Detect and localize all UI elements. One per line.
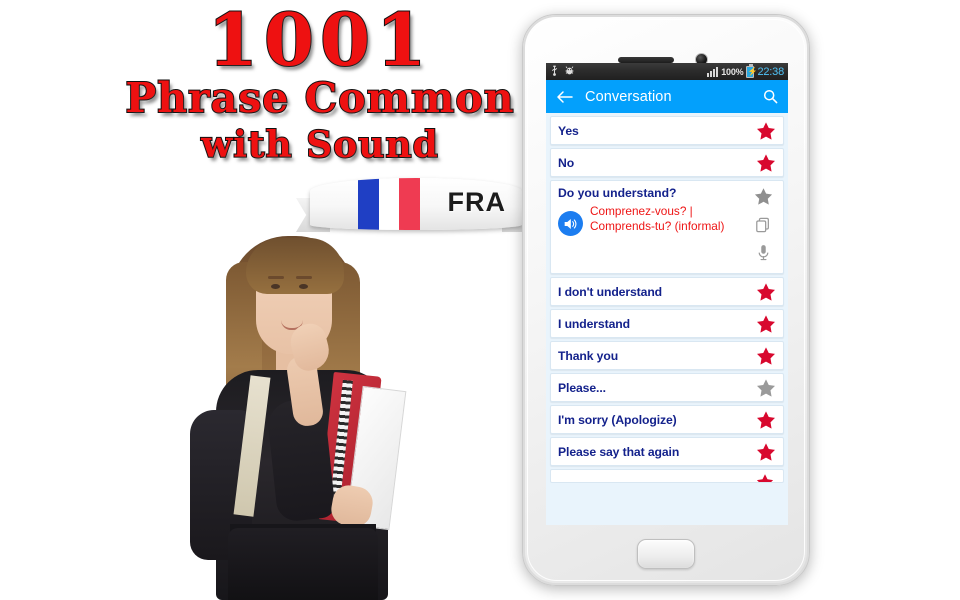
phrase-text: I'm sorry (Apologize) [558, 412, 677, 427]
phrase-row-no[interactable]: No [550, 148, 784, 177]
phrase-text: I understand [558, 316, 630, 331]
status-bar: 100% 22:38 [546, 63, 788, 80]
phrase-list[interactable]: Yes No Do you understand? Comprenez-vous… [546, 113, 788, 483]
phrase-row-partial[interactable] [550, 469, 784, 483]
usb-icon [550, 65, 559, 79]
favorite-star-icon[interactable] [756, 442, 776, 462]
status-bar-clock: 22:38 [757, 65, 784, 78]
translation-text: Comprenez-vous? | Comprends-tu? (informa… [590, 204, 725, 234]
search-icon[interactable] [761, 88, 779, 106]
phrase-row-say-again[interactable]: Please say that again [550, 437, 784, 466]
phrase-row-sorry[interactable]: I'm sorry (Apologize) [550, 405, 784, 434]
speaker-sound-icon[interactable] [558, 211, 583, 236]
favorite-star-icon[interactable] [754, 187, 773, 211]
phrase-row-please[interactable]: Please... [550, 373, 784, 402]
favorite-star-icon[interactable] [756, 153, 776, 173]
favorite-star-icon[interactable] [756, 282, 776, 302]
phrase-text: Thank you [558, 348, 619, 363]
back-arrow-icon[interactable] [555, 88, 573, 106]
promo-title-line-2: Phrase Common [124, 74, 515, 122]
ribbon-language-code: FRA [447, 187, 506, 217]
phrase-text: Do you understand? [558, 186, 677, 200]
app-toolbar: Conversation [546, 80, 788, 113]
phone-screen: 100% 22:38 Conversation Yes [546, 63, 788, 525]
phrase-text: Please... [558, 380, 606, 395]
favorite-star-icon[interactable] [756, 473, 776, 482]
favorite-star-icon[interactable] [756, 378, 776, 398]
phrase-text: No [558, 155, 575, 170]
phrase-row-understand[interactable]: I understand [550, 309, 784, 338]
promo-title-line-3: with Sound [200, 124, 439, 166]
signal-bars-icon [707, 66, 719, 77]
battery-percent-label: 100% [721, 66, 744, 77]
favorite-star-icon[interactable] [756, 410, 776, 430]
phrase-row-expanded[interactable]: Do you understand? Comprenez-vous? | Com… [550, 180, 784, 274]
phrase-text: Please say that again [558, 444, 680, 459]
favorite-star-icon[interactable] [756, 121, 776, 141]
french-flag-icon [358, 178, 421, 230]
copy-icon[interactable] [755, 217, 771, 238]
phrase-row-dont-understand[interactable]: I don't understand [550, 277, 784, 306]
phrase-row-thank-you[interactable]: Thank you [550, 341, 784, 370]
student-photo [168, 228, 434, 600]
toolbar-title: Conversation [585, 88, 672, 105]
favorite-star-icon[interactable] [756, 314, 776, 334]
promo-title-block: 1001 Phrase Common with Sound [100, 0, 540, 166]
home-button[interactable] [637, 539, 695, 569]
phrase-text: Yes [558, 123, 579, 138]
android-debug-icon [564, 65, 575, 79]
favorite-star-icon[interactable] [756, 346, 776, 366]
phone-mockup: 100% 22:38 Conversation Yes [522, 14, 810, 586]
promo-banner: 1001 Phrase Common with Sound FRA 100% ⚡… [0, 0, 960, 600]
promo-title-line-1: 1001 [207, 0, 433, 82]
battery-charging-icon [746, 63, 757, 78]
phrase-row-yes[interactable]: Yes [550, 116, 784, 145]
ribbon-body: FRA [310, 178, 522, 230]
phrase-text: I don't understand [558, 284, 663, 299]
microphone-icon[interactable] [757, 244, 770, 266]
